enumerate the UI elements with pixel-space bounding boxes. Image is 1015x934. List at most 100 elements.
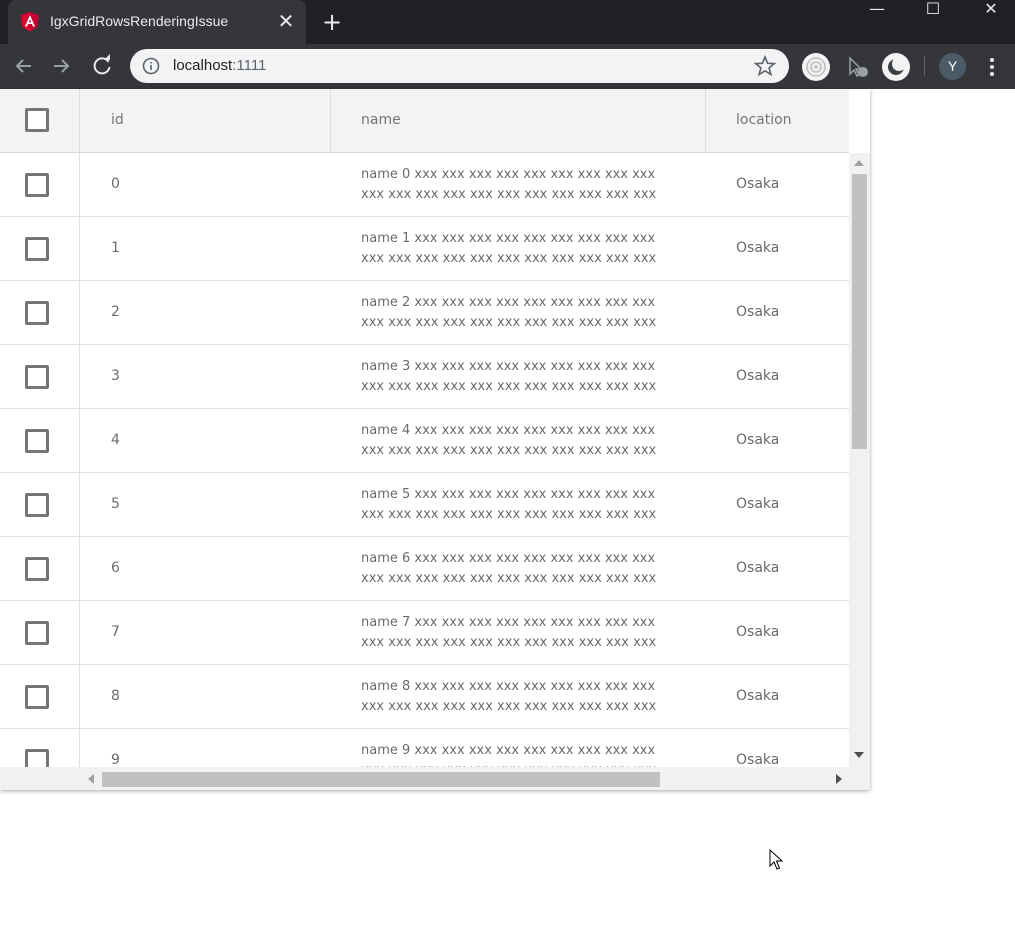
- row-checkbox[interactable]: [25, 749, 49, 767]
- cell-id[interactable]: 5: [111, 473, 120, 536]
- row-checkbox[interactable]: [25, 685, 49, 709]
- cell-id[interactable]: 1: [111, 217, 120, 280]
- row-select-cell: [0, 729, 80, 767]
- row-select-cell: [0, 473, 80, 536]
- url-port: :1111: [232, 57, 267, 74]
- arrow-right-icon[interactable]: [48, 52, 76, 80]
- cell-location[interactable]: Osaka: [736, 601, 779, 664]
- cell-id[interactable]: 3: [111, 345, 120, 408]
- table-row[interactable]: 5 name 5 xxx xxx xxx xxx xxx xxx xxx xxx …: [0, 473, 849, 537]
- row-checkbox[interactable]: [25, 173, 49, 197]
- table-row[interactable]: 2 name 2 xxx xxx xxx xxx xxx xxx xxx xxx …: [0, 281, 849, 345]
- header-select-cell: [0, 89, 80, 152]
- row-select-cell: [0, 345, 80, 408]
- horizontal-scrollbar[interactable]: [0, 767, 870, 790]
- cell-name[interactable]: name 5 xxx xxx xxx xxx xxx xxx xxx xxx x…: [361, 485, 681, 525]
- column-header-location[interactable]: location: [705, 89, 849, 152]
- cell-id[interactable]: 8: [111, 665, 120, 728]
- cell-location[interactable]: Osaka: [736, 665, 779, 728]
- cell-location[interactable]: Osaka: [736, 281, 779, 344]
- browser-tab[interactable]: IgxGridRowsRenderingIssue ✕: [8, 0, 306, 44]
- table-row[interactable]: 0 name 0 xxx xxx xxx xxx xxx xxx xxx xxx …: [0, 153, 849, 217]
- extension-target-icon[interactable]: [801, 52, 831, 82]
- avatar[interactable]: Y: [939, 53, 966, 80]
- vertical-scrollbar[interactable]: [849, 153, 870, 767]
- table-row[interactable]: 6 name 6 xxx xxx xxx xxx xxx xxx xxx xxx …: [0, 537, 849, 601]
- table-row[interactable]: 7 name 7 xxx xxx xxx xxx xxx xxx xxx xxx …: [0, 601, 849, 665]
- maximize-button[interactable]: ☐: [910, 0, 956, 22]
- scroll-down-arrow-icon[interactable]: [854, 752, 864, 758]
- cell-location[interactable]: Osaka: [736, 537, 779, 600]
- cell-name[interactable]: name 1 xxx xxx xxx xxx xxx xxx xxx xxx x…: [361, 229, 681, 269]
- table-row[interactable]: 1 name 1 xxx xxx xxx xxx xxx xxx xxx xxx …: [0, 217, 849, 281]
- address-bar[interactable]: localhost:1111: [130, 49, 789, 83]
- cell-name[interactable]: name 3 xxx xxx xxx xxx xxx xxx xxx xxx x…: [361, 357, 681, 397]
- cell-id[interactable]: 7: [111, 601, 120, 664]
- cell-location[interactable]: Osaka: [736, 473, 779, 536]
- three-dots-icon[interactable]: [982, 54, 1002, 80]
- close-tab-icon[interactable]: ✕: [274, 9, 298, 33]
- cell-location[interactable]: Osaka: [736, 153, 779, 216]
- vertical-scroll-thumb[interactable]: [852, 174, 867, 449]
- browser-toolbar: localhost:1111 Y: [0, 44, 1015, 89]
- cell-name[interactable]: name 9 xxx xxx xxx xxx xxx xxx xxx xxx x…: [361, 741, 681, 767]
- row-select-cell: [0, 153, 80, 216]
- row-select-cell: [0, 409, 80, 472]
- cell-id[interactable]: 4: [111, 409, 120, 472]
- grid-body: 0 name 0 xxx xxx xxx xxx xxx xxx xxx xxx …: [0, 153, 849, 767]
- minimize-button[interactable]: —: [854, 0, 900, 22]
- extension-cursor-icon[interactable]: [843, 52, 873, 82]
- grid-header: id name location: [0, 89, 849, 153]
- cell-id[interactable]: 0: [111, 153, 120, 216]
- url-text: localhost:1111: [173, 57, 266, 74]
- table-row[interactable]: 3 name 3 xxx xxx xxx xxx xxx xxx xxx xxx …: [0, 345, 849, 409]
- info-icon[interactable]: [142, 57, 160, 75]
- table-row[interactable]: 4 name 4 xxx xxx xxx xxx xxx xxx xxx xxx …: [0, 409, 849, 473]
- row-checkbox[interactable]: [25, 557, 49, 581]
- cell-name[interactable]: name 7 xxx xxx xxx xxx xxx xxx xxx xxx x…: [361, 613, 681, 653]
- angular-logo-icon: [21, 12, 39, 32]
- mouse-cursor-icon: [769, 849, 784, 870]
- cell-location[interactable]: Osaka: [736, 409, 779, 472]
- star-icon[interactable]: [754, 55, 776, 77]
- scroll-right-arrow-icon[interactable]: [836, 774, 842, 784]
- table-row[interactable]: 9 name 9 xxx xxx xxx xxx xxx xxx xxx xxx …: [0, 729, 849, 767]
- row-checkbox[interactable]: [25, 621, 49, 645]
- new-tab-button[interactable]: +: [318, 8, 346, 36]
- arrow-left-icon[interactable]: [9, 52, 37, 80]
- window-close-button[interactable]: ✕: [968, 0, 1014, 22]
- row-select-cell: [0, 601, 80, 664]
- cell-id[interactable]: 6: [111, 537, 120, 600]
- tab-title: IgxGridRowsRenderingIssue: [50, 13, 229, 29]
- cell-name[interactable]: name 0 xxx xxx xxx xxx xxx xxx xxx xxx x…: [361, 165, 681, 205]
- reload-icon[interactable]: [88, 52, 116, 80]
- scroll-left-arrow-icon[interactable]: [88, 774, 94, 784]
- cell-name[interactable]: name 8 xxx xxx xxx xxx xxx xxx xxx xxx x…: [361, 677, 681, 717]
- row-checkbox[interactable]: [25, 493, 49, 517]
- select-all-checkbox[interactable]: [25, 108, 49, 132]
- cell-id[interactable]: 9: [111, 729, 120, 767]
- cell-id[interactable]: 2: [111, 281, 120, 344]
- table-row[interactable]: 8 name 8 xxx xxx xxx xxx xxx xxx xxx xxx …: [0, 665, 849, 729]
- cell-location[interactable]: Osaka: [736, 217, 779, 280]
- horizontal-scroll-thumb[interactable]: [102, 772, 660, 787]
- column-header-id[interactable]: id: [111, 89, 124, 152]
- row-select-cell: [0, 537, 80, 600]
- cell-name[interactable]: name 4 xxx xxx xxx xxx xxx xxx xxx xxx x…: [361, 421, 681, 461]
- row-checkbox[interactable]: [25, 429, 49, 453]
- row-checkbox[interactable]: [25, 237, 49, 261]
- row-select-cell: [0, 217, 80, 280]
- extension-darkmode-icon[interactable]: [881, 52, 911, 82]
- data-grid: id name location 0 name 0 xxx xxx xxx xxx…: [0, 89, 870, 790]
- column-header-name[interactable]: name: [330, 89, 705, 152]
- row-select-cell: [0, 665, 80, 728]
- cell-name[interactable]: name 6 xxx xxx xxx xxx xxx xxx xxx xxx x…: [361, 549, 681, 589]
- cell-location[interactable]: Osaka: [736, 345, 779, 408]
- cell-name[interactable]: name 2 xxx xxx xxx xxx xxx xxx xxx xxx x…: [361, 293, 681, 333]
- url-host: localhost: [173, 57, 233, 74]
- row-checkbox[interactable]: [25, 365, 49, 389]
- cell-location[interactable]: Osaka: [736, 729, 779, 767]
- scroll-up-arrow-icon[interactable]: [854, 160, 864, 166]
- browser-titlebar: IgxGridRowsRenderingIssue ✕ + — ☐ ✕: [0, 0, 1015, 44]
- row-checkbox[interactable]: [25, 301, 49, 325]
